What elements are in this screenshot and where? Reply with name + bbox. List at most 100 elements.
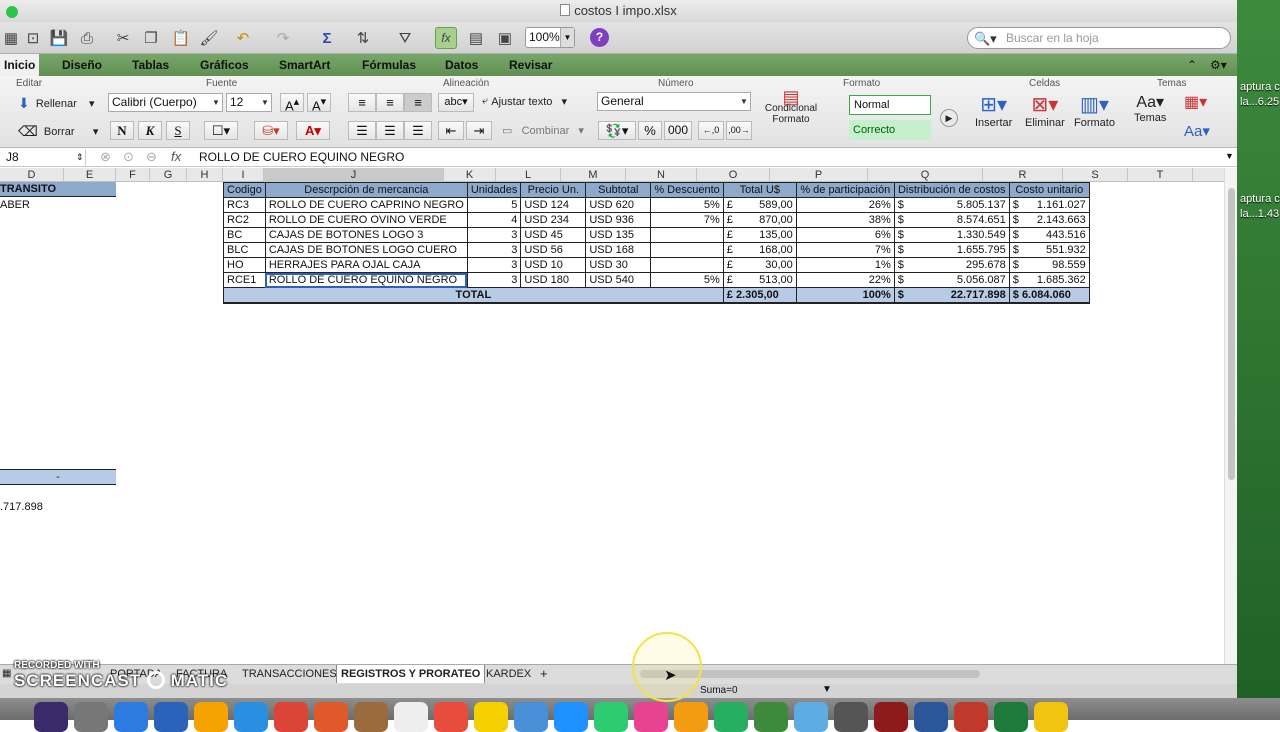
font-size-select[interactable]: 12 ▼ xyxy=(226,93,272,112)
cell-d-row[interactable]: ABER xyxy=(0,198,30,212)
cell-descuento[interactable]: 5% xyxy=(650,197,724,213)
tab-datos[interactable]: Datos xyxy=(445,54,478,76)
cell-total[interactable]: £589,00 xyxy=(722,197,797,213)
zoom-select[interactable]: 100% ▼ xyxy=(525,27,575,48)
dock-app-icon[interactable] xyxy=(914,702,948,732)
cell-subtotal[interactable]: USD 540 xyxy=(585,272,652,288)
theme-fonts-icon[interactable]: Aa▾ xyxy=(1184,122,1210,140)
sheet-tab-registros[interactable]: REGISTROS Y PRORATEO xyxy=(336,665,486,683)
dock-app-icon[interactable] xyxy=(274,702,308,732)
paste-icon[interactable]: 📋 xyxy=(170,27,192,49)
tab-tablas[interactable]: Tablas xyxy=(132,54,169,76)
sort-icon[interactable]: ⇅ xyxy=(352,27,374,49)
open-icon[interactable]: ⊡ xyxy=(22,27,44,49)
cell-subtotal[interactable]: USD 936 xyxy=(585,212,652,228)
dock-app-icon[interactable] xyxy=(354,702,388,732)
cell-dash[interactable]: - xyxy=(0,469,116,485)
cell-descripcion[interactable]: ROLLO DE CUERO EQUINO NEGRO xyxy=(264,272,468,288)
increase-decimal-button[interactable]: ←,0 xyxy=(698,121,724,140)
clear-button[interactable]: ⌫ Borrar ▾ xyxy=(18,123,98,140)
cell-costo-unitario[interactable]: $1.685.362 xyxy=(1008,272,1090,288)
merge-button[interactable]: ▭ Combinar ▾ xyxy=(502,124,584,138)
column-header-e[interactable]: E xyxy=(64,168,116,182)
font-name-select[interactable]: Calibri (Cuerpo) ▼ xyxy=(108,93,223,112)
dock-app-icon[interactable] xyxy=(474,702,508,732)
cell-descuento[interactable]: 7% xyxy=(650,212,724,228)
new-workbook-icon[interactable]: ▦ xyxy=(0,27,22,49)
total-unit-cost[interactable]: $ 6.084.060 xyxy=(1008,287,1090,304)
cell-costo-unitario[interactable]: $2.143.663 xyxy=(1008,212,1090,228)
cell-participacion[interactable]: 1% xyxy=(795,257,895,273)
align-center-button[interactable]: ☰ xyxy=(376,121,404,140)
cell-total[interactable]: £135,00 xyxy=(722,227,797,243)
cell-precio[interactable]: USD 56 xyxy=(520,242,587,258)
redo-icon[interactable]: ↷ xyxy=(272,27,294,49)
column-header-k[interactable]: K xyxy=(444,168,496,182)
currency-button[interactable]: 💱▾ xyxy=(598,121,636,140)
column-header-o[interactable]: O xyxy=(697,168,770,182)
cell-distribucion[interactable]: $295.678 xyxy=(893,257,1010,273)
cell-codigo[interactable]: BLC xyxy=(223,242,266,258)
help-icon[interactable]: ? xyxy=(590,28,609,47)
header-descripcion[interactable]: Descrpción de mercancia xyxy=(264,182,468,198)
cell-precio[interactable]: USD 10 xyxy=(520,257,587,273)
column-header-m[interactable]: M xyxy=(561,168,626,182)
column-header-t[interactable]: T xyxy=(1128,168,1193,182)
autosum-icon[interactable]: Σ xyxy=(316,27,338,49)
sheet-nav-icon[interactable]: ▦ xyxy=(2,665,11,683)
cell-total[interactable]: £870,00 xyxy=(722,212,797,228)
dock-app-icon[interactable] xyxy=(74,702,108,732)
chevron-down-icon[interactable]: ▼ xyxy=(822,684,832,695)
align-top-button[interactable]: ≡ xyxy=(348,93,376,112)
cell-descuento[interactable] xyxy=(650,227,724,243)
style-normal[interactable]: Normal xyxy=(849,95,931,115)
dock-app-icon[interactable] xyxy=(594,702,628,732)
percent-button[interactable]: % xyxy=(638,121,662,140)
expand-formula-icon[interactable]: ▼ xyxy=(1225,151,1234,161)
cell-precio[interactable]: USD 234 xyxy=(520,212,587,228)
cell-unidades[interactable]: 3 xyxy=(466,272,522,288)
dock-app-icon[interactable] xyxy=(554,702,588,732)
cell-participacion[interactable]: 26% xyxy=(795,197,895,213)
cell-distribucion[interactable]: $1.655.795 xyxy=(893,242,1010,258)
add-sheet-button[interactable]: + xyxy=(540,665,548,683)
confirm-formula-icon[interactable]: ⊙ xyxy=(123,149,134,165)
decrease-decimal-button[interactable]: ,00→ xyxy=(726,121,752,140)
desktop-file-label-4[interactable]: la...1.43 xyxy=(1240,207,1279,222)
increase-indent-button[interactable]: ⇥ xyxy=(466,121,492,140)
number-format-select[interactable]: General ▼ xyxy=(597,92,751,111)
cell-descripcion[interactable]: CAJAS DE BOTONES LOGO CUERO xyxy=(264,242,468,258)
cell-unidades[interactable]: 3 xyxy=(466,227,522,243)
shrink-font-button[interactable]: A▾ xyxy=(307,93,331,113)
ribbon-settings-icon[interactable]: ⚙▾ xyxy=(1210,54,1227,76)
cell-precio[interactable]: USD 124 xyxy=(520,197,587,213)
cell-codigo[interactable]: BC xyxy=(223,227,266,243)
header-subtotal[interactable]: Subtotal xyxy=(585,182,652,198)
font-color-button[interactable]: A▾ xyxy=(296,121,330,140)
thousands-button[interactable]: 000 xyxy=(664,121,692,140)
tab-inicio[interactable]: Inicio xyxy=(0,54,40,76)
vertical-scroll-thumb[interactable] xyxy=(1228,188,1235,480)
cell-precio[interactable]: USD 45 xyxy=(520,227,587,243)
fill-color-button[interactable]: ⛁▾ xyxy=(254,121,288,140)
bold-button[interactable]: N xyxy=(110,121,134,140)
dock-app-icon[interactable] xyxy=(394,702,428,732)
dock-app-icon[interactable] xyxy=(634,702,668,732)
cell-participacion[interactable]: 6% xyxy=(795,227,895,243)
column-header-j[interactable]: J xyxy=(264,168,444,182)
dock-app-icon[interactable] xyxy=(834,702,868,732)
cell-descuento[interactable]: 5% xyxy=(650,272,724,288)
cell-descuento[interactable] xyxy=(650,242,724,258)
dock-app-icon[interactable] xyxy=(1034,702,1068,732)
header-precio[interactable]: Precio Un. xyxy=(520,182,587,198)
total-amount[interactable]: £ 2.305,00 xyxy=(722,287,797,304)
function-icon[interactable]: fx xyxy=(435,27,457,49)
dock-app-icon[interactable] xyxy=(754,702,788,732)
tab-formulas[interactable]: Fórmulas xyxy=(362,54,416,76)
cell-subtotal[interactable]: USD 620 xyxy=(585,197,652,213)
cell-descripcion[interactable]: HERRAJES PARA OJAL CAJA xyxy=(264,257,468,273)
cell-costo-unitario[interactable]: $443.516 xyxy=(1008,227,1090,243)
column-header-l[interactable]: L xyxy=(496,168,561,182)
theme-colors-icon[interactable]: ▦▾ xyxy=(1184,92,1207,112)
function-wizard-icon[interactable]: ⊖ xyxy=(146,149,157,165)
